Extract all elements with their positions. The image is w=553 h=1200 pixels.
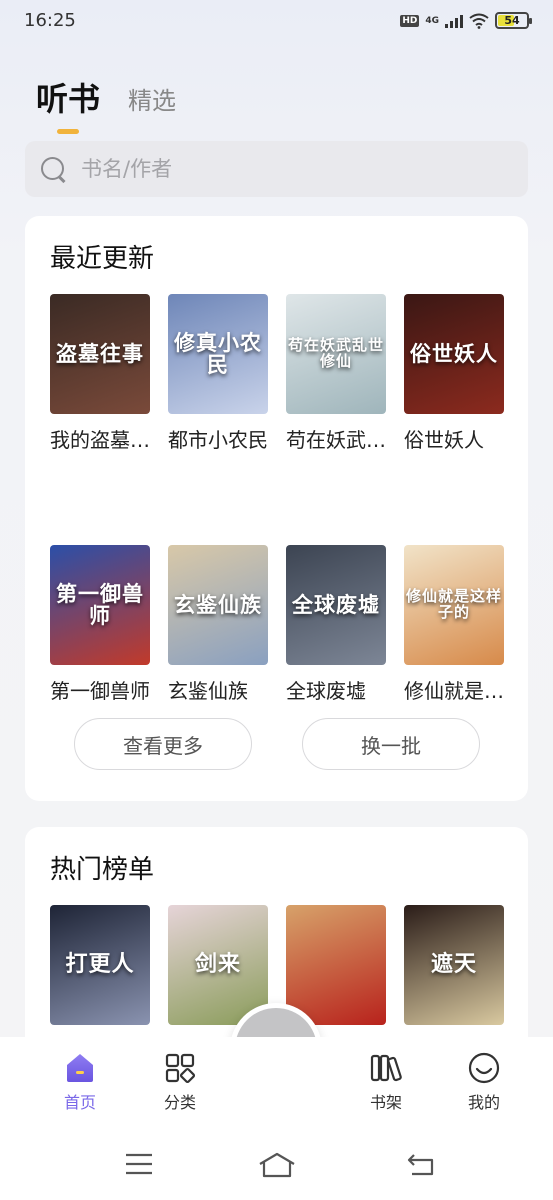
book-cover[interactable]: 第一御兽师: [50, 545, 150, 665]
book-title[interactable]: 都市小农民: [168, 424, 268, 453]
section-title: 最近更新: [50, 244, 155, 274]
book-cover[interactable]: 玄鉴仙族: [168, 545, 268, 665]
book-item[interactable]: 第一御兽师 第一御兽师: [50, 545, 150, 704]
system-nav-bar: [0, 1122, 553, 1200]
cover-title: 剑来: [194, 951, 241, 978]
book-cover[interactable]: 俗世妖人: [404, 294, 504, 414]
search-bar[interactable]: [25, 141, 528, 197]
book-item[interactable]: 全球废墟 全球废墟: [286, 545, 386, 704]
book-title[interactable]: 苟在妖武乱世修仙: [286, 424, 386, 453]
hot-book-cover[interactable]: 剑来: [168, 905, 268, 1025]
cover-title: 修仙就是这样子的: [405, 587, 502, 621]
home-icon: [67, 1054, 93, 1082]
cover-title: 盗墓往事: [56, 340, 144, 366]
book-cover[interactable]: 修真小农民: [168, 294, 268, 414]
book-title[interactable]: 修仙就是这样子的: [404, 675, 504, 704]
book-item[interactable]: 修仙就是这样子的修仙就是这样子的: [404, 545, 504, 704]
signal-icon: [445, 14, 463, 28]
book-title[interactable]: 我的盗墓往事: [50, 424, 150, 453]
bookshelf-icon: [370, 1054, 402, 1082]
nav-category[interactable]: 分类: [145, 1051, 215, 1113]
tab-featured[interactable]: 精选: [128, 81, 176, 120]
battery-level: 54: [504, 14, 520, 27]
book-cover[interactable]: 修仙就是这样子的: [404, 545, 504, 665]
smiley-icon: [468, 1052, 500, 1084]
search-icon: [39, 155, 67, 183]
card-actions: 查看更多 换一批: [74, 718, 480, 770]
hd-icon: HD: [400, 14, 420, 27]
book-title[interactable]: 第一御兽师: [50, 675, 150, 704]
cover-title: 遮天: [430, 951, 477, 978]
nav-home[interactable]: 首页: [45, 1051, 115, 1113]
tab-audiobook[interactable]: 听书: [36, 74, 101, 134]
nav-mine[interactable]: 我的: [449, 1051, 519, 1113]
cover-title: 俗世妖人: [410, 340, 498, 366]
battery-icon: 54: [495, 12, 532, 29]
nav-category-label: 分类: [163, 1093, 196, 1112]
tab-audiobook-label: 听书: [36, 80, 101, 118]
search-input[interactable]: [81, 157, 461, 181]
cover-title: 第一御兽师: [56, 580, 144, 628]
section-title: 热门榜单: [50, 855, 155, 885]
cover-title: 修真小农民: [174, 329, 262, 377]
book-title[interactable]: 玄鉴仙族: [168, 675, 268, 704]
bottom-nav: 首页 分类 书架 我的: [0, 1037, 553, 1122]
book-cover[interactable]: 全球废墟: [286, 545, 386, 665]
nav-mine-label: 我的: [467, 1093, 500, 1112]
cover-title: 全球废墟: [292, 591, 380, 617]
book-item[interactable]: 俗世妖人 俗世妖人: [404, 294, 504, 453]
status-time: 16:25: [24, 10, 76, 31]
top-tabs: 听书 精选: [36, 74, 176, 134]
status-icons: HD 4G 54: [400, 12, 532, 29]
network-label: 4G: [425, 15, 439, 26]
nav-bookshelf-label: 书架: [369, 1093, 402, 1112]
home-nav-icon[interactable]: [258, 1152, 296, 1178]
hot-book-cover[interactable]: 遮天: [404, 905, 504, 1025]
status-bar: 16:25 HD 4G 54: [0, 0, 553, 44]
book-title[interactable]: 全球废墟: [286, 675, 386, 704]
cover-title: 苟在妖武乱世修仙: [287, 336, 384, 370]
recent-updates-card: 最近更新 盗墓往事我的盗墓往事修真小农民都市小农民苟在妖武乱世修仙苟在妖武乱世修…: [25, 216, 528, 801]
category-icon: [165, 1053, 196, 1084]
book-grid: 盗墓往事我的盗墓往事修真小农民都市小农民苟在妖武乱世修仙苟在妖武乱世修仙俗世妖人…: [50, 294, 505, 704]
wifi-icon: [469, 13, 489, 29]
book-cover[interactable]: 盗墓往事: [50, 294, 150, 414]
cover-title: 玄鉴仙族: [174, 591, 262, 617]
book-item[interactable]: 苟在妖武乱世修仙苟在妖武乱世修仙: [286, 294, 386, 453]
menu-icon[interactable]: [124, 1152, 154, 1176]
book-item[interactable]: 玄鉴仙族 玄鉴仙族: [168, 545, 268, 704]
book-item[interactable]: 盗墓往事我的盗墓往事: [50, 294, 150, 453]
tab-active-indicator: [57, 129, 79, 134]
cover-title: 打更人: [65, 951, 135, 978]
nav-home-label: 首页: [63, 1093, 96, 1112]
book-cover[interactable]: 苟在妖武乱世修仙: [286, 294, 386, 414]
book-title[interactable]: 俗世妖人: [404, 424, 504, 453]
book-item[interactable]: 修真小农民都市小农民: [168, 294, 268, 453]
view-more-button[interactable]: 查看更多: [74, 718, 252, 770]
hot-book-cover[interactable]: [286, 905, 386, 1025]
nav-bookshelf[interactable]: 书架: [351, 1051, 421, 1113]
refresh-batch-button[interactable]: 换一批: [302, 718, 480, 770]
hot-book-cover[interactable]: 打更人: [50, 905, 150, 1025]
back-icon[interactable]: [406, 1152, 436, 1178]
